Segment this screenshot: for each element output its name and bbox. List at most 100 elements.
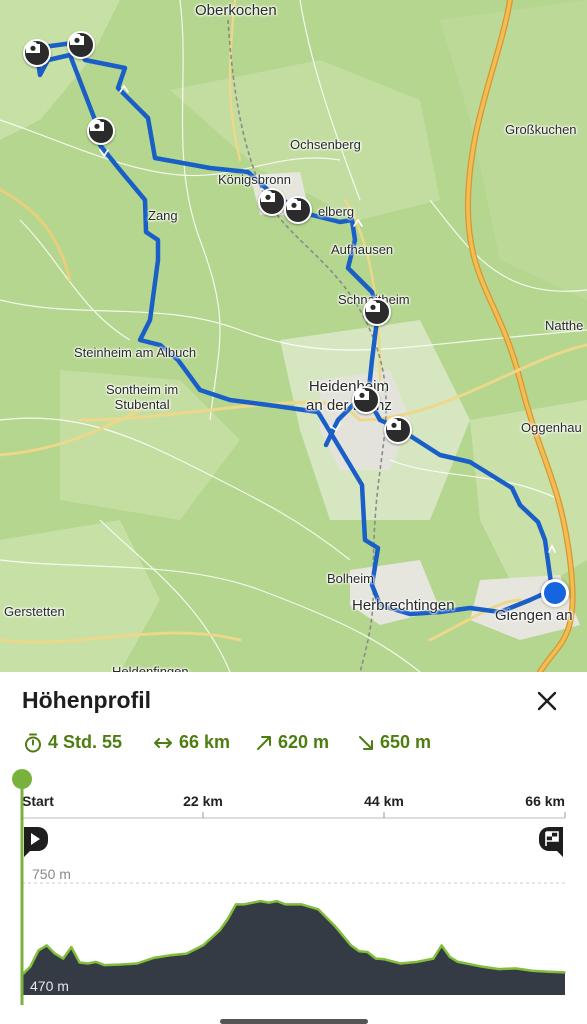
place-label-itzelberg: elberg [318,204,355,219]
place-label-steinheim: Steinheim am Albuch [74,345,197,360]
photo-marker-camera-icon[interactable] [23,39,51,67]
photo-marker-camera-icon[interactable] [352,386,380,414]
photo-marker-camera-icon[interactable] [87,117,115,145]
elevation-point [251,901,254,904]
finish-flag-icon [539,827,563,857]
elevation-point [514,967,517,970]
elevation-point [440,944,443,947]
close-icon [537,691,557,711]
elevation-point [235,903,237,906]
elevation-point [243,903,245,906]
elevation-point [218,929,221,932]
map-canvas[interactable] [0,0,587,672]
place-label-ochsenberg: Ochsenberg [290,137,361,152]
elevation-point [449,956,451,958]
stat-duration-value: 4 Std. 55 [48,732,123,752]
elevation-point [103,964,106,966]
elevation-point [78,961,81,964]
elevation-profile-area [22,901,565,995]
stat-ascent: 620 m [256,732,329,753]
place-label-natth: Natthe [545,318,584,333]
start-play-icon [24,827,48,857]
elevation-point [169,954,171,957]
map-view[interactable]: Oberkochen Großkuchen Ochsenberg Königsb… [0,0,587,672]
elevation-point [152,957,155,959]
photo-marker-camera-icon[interactable] [258,188,286,216]
stat-duration: 4 Std. 55 [24,732,122,753]
elevation-point [284,903,287,906]
close-button[interactable] [535,689,559,713]
position-scrubber-handle[interactable] [12,769,32,789]
place-label-zang: Zang [148,208,178,223]
elevation-point [259,900,262,902]
place-label-koenigsbronn: Königsbronn [218,172,291,187]
elevation-point [358,950,361,953]
elevation-point [226,918,229,920]
elevation-point [276,900,278,902]
elevation-point [268,901,270,904]
elevation-point [87,962,89,965]
elevation-point [62,957,64,960]
place-label-giengen: Giengen an [495,607,573,624]
place-label-oggenhausen: Oggenhau [521,420,582,435]
elevation-chart[interactable]: Start 22 km 44 km 66 km 750 m 470 m [0,765,587,1005]
elevation-point [185,952,188,955]
stopwatch-icon [25,733,41,752]
elevation-point [465,962,468,965]
elevation-point [383,958,385,960]
elevation-point [333,924,336,927]
elevation-point [416,961,418,963]
place-label-aufhausen: Aufhausen [331,242,394,257]
distance-tick-label-44: 44 km [364,793,404,809]
stat-descent-value: 650 m [380,732,432,752]
distance-arrows-icon [154,737,172,748]
elevation-point [29,966,32,968]
place-label-grosskuchen: Großkuchen [505,122,577,137]
elevation-point [531,969,533,972]
distance-tick-label-22: 22 km [183,793,223,809]
elevation-point [37,949,40,952]
elevation-point [547,970,550,973]
place-label-herbrechtingen: Herbrechtingen [352,597,455,614]
elevation-label-max: 750 m [32,866,71,882]
current-location-dot [541,579,569,607]
elevation-point [498,968,501,970]
elevation-point [300,903,303,906]
elevation-point [317,908,320,911]
elevation-point [54,952,56,955]
distance-tick-label-start: Start [22,793,54,809]
elevation-point [202,944,204,947]
elevation-point [95,961,97,963]
photo-marker-camera-icon[interactable] [363,298,391,326]
stat-ascent-value: 620 m [278,732,330,752]
place-label-gerstetten: Gerstetten [4,604,65,619]
stat-distance: 66 km [153,732,230,753]
elevation-point [70,946,73,948]
distance-axis-ticks [21,812,566,818]
stat-descent: 650 m [358,732,431,753]
elevation-point [136,962,138,965]
elevation-point [481,966,484,968]
elevation-point [119,963,122,966]
ascent-arrow-icon [257,735,271,750]
elevation-point [399,962,402,965]
elevation-label-min: 470 m [30,978,69,994]
photo-marker-camera-icon[interactable] [284,196,312,224]
stat-distance-value: 66 km [179,732,231,752]
place-label-oberkochen: Oberkochen [195,2,277,19]
elevation-point [564,971,566,974]
place-label-bolheim: Bolheim [327,571,374,586]
elevation-point [375,957,377,960]
photo-marker-camera-icon[interactable] [384,416,412,444]
descent-arrow-icon [359,735,373,750]
photo-marker-camera-icon[interactable] [67,31,95,59]
panel-title: Höhenprofil [22,687,152,713]
distance-tick-label-66: 66 km [525,793,565,809]
elevation-point [45,944,48,947]
elevation-point [366,951,369,953]
elevation-point [432,957,435,960]
place-label-heldenfingen: Heldenfingen [112,664,189,672]
bottom-drag-handle[interactable] [220,1019,368,1024]
place-label-sontheim: Sontheim im Stubental [106,382,179,412]
elevation-point [457,961,459,963]
